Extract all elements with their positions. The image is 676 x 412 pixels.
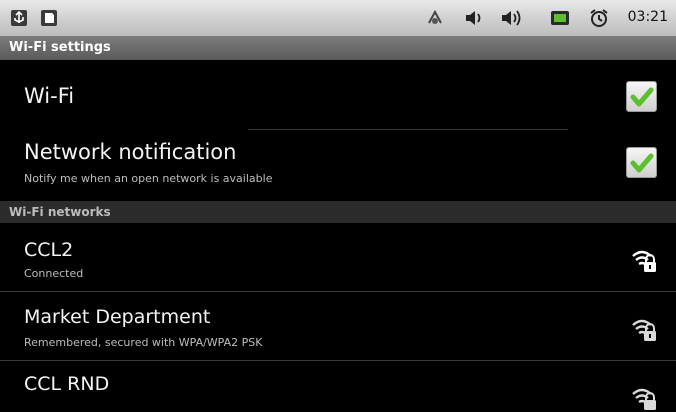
network-notification-label: Network notification	[24, 140, 237, 164]
network-notification-summary: Notify me when an open network is availa…	[24, 172, 273, 185]
android-screen: 03:21 Wi-Fi settings Wi-Fi Network notif…	[0, 0, 676, 412]
debug-icon	[426, 9, 444, 31]
network-name: CCL2	[24, 239, 74, 261]
network-item-market-department[interactable]: Market Department Remembered, secured wi…	[0, 292, 676, 360]
wifi-label: Wi-Fi	[24, 84, 75, 108]
checkmark-icon	[630, 153, 654, 173]
status-bar: 03:21	[0, 0, 676, 37]
usb-icon	[10, 9, 28, 31]
network-item-ccl-rnd[interactable]: CCL RND	[0, 361, 676, 412]
wifi-toggle-row[interactable]: Wi-Fi	[0, 60, 676, 130]
network-notification-checkbox[interactable]	[626, 147, 657, 178]
network-status: Remembered, secured with WPA/WPA2 PSK	[24, 336, 263, 349]
alarm-clock-icon	[589, 9, 609, 31]
wifi-networks-header: Wi-Fi networks	[0, 201, 676, 223]
page-title: Wi-Fi settings	[0, 36, 676, 60]
network-name: Market Department	[24, 306, 211, 328]
checkmark-icon	[630, 87, 654, 107]
wifi-locked-icon	[630, 385, 658, 412]
network-notification-row[interactable]: Network notification Notify me when an o…	[0, 130, 676, 200]
volume-icon	[464, 9, 484, 31]
network-item-ccl2[interactable]: CCL2 Connected	[0, 223, 676, 291]
wifi-locked-icon	[630, 316, 658, 348]
network-status: Connected	[24, 267, 84, 280]
wifi-checkbox[interactable]	[626, 81, 657, 112]
status-time: 03:21	[627, 9, 668, 25]
volume-icon	[500, 9, 522, 31]
battery-icon	[550, 9, 570, 31]
network-name: CCL RND	[24, 373, 110, 395]
sd-card-icon	[40, 9, 58, 31]
wifi-locked-icon	[630, 247, 658, 279]
